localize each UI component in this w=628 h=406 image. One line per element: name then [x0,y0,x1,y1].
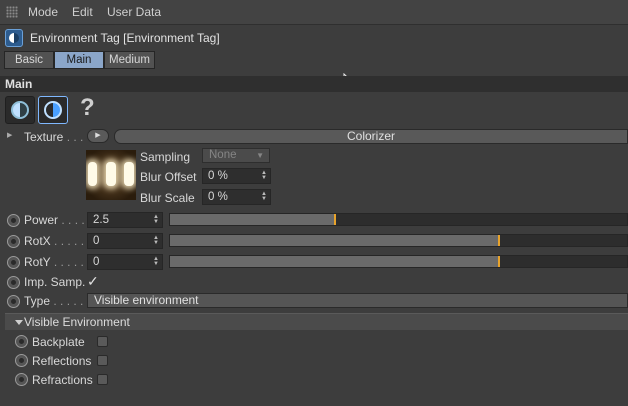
texture-label: Texture . . . [24,130,84,144]
texture-preview [86,150,136,200]
refractions-animate-radio[interactable] [15,373,28,386]
power-slider[interactable] [169,213,628,226]
spinner-arrows-icon[interactable]: ▲ ▼ [261,191,267,202]
grip-icon[interactable] [6,6,18,18]
imp-samp-animate-radio[interactable] [7,276,20,289]
environment-mode-button-2[interactable] [38,96,68,124]
reflections-animate-radio[interactable] [15,354,28,367]
slider-fill [170,214,335,225]
spinner-arrows-icon[interactable]: ▲ ▼ [153,256,159,267]
blur-offset-label: Blur Offset [140,170,197,184]
type-label: Type . . . . . [24,294,84,308]
power-animate-radio[interactable] [7,214,20,227]
blur-scale-label: Blur Scale [140,191,195,205]
visible-environment-title: Visible Environment [24,315,130,329]
menu-edit[interactable]: Edit [72,5,93,19]
slider-knob[interactable] [498,256,501,267]
menu-mode[interactable]: Mode [28,5,58,19]
type-animate-radio[interactable] [7,295,20,308]
rotx-animate-radio[interactable] [7,235,20,248]
power-label: Power . . . . [24,213,85,227]
sampling-label: Sampling [140,150,191,164]
roty-label: RotY . . . . . [24,255,84,269]
roty-animate-radio[interactable] [7,256,20,269]
chevron-down-icon: ▼ [256,151,264,160]
blur-offset-field[interactable]: 0 % ▲ ▼ [202,168,271,184]
collapse-triangle-icon[interactable] [15,320,23,325]
refractions-label: Refractions [32,373,93,387]
slider-knob[interactable] [498,235,501,246]
environment-mode-button-1[interactable] [5,96,35,124]
sampling-select[interactable]: None ▼ [202,148,270,163]
imp-samp-checkbox[interactable]: ✓ [87,273,99,290]
menubar [0,0,628,25]
tab-basic[interactable]: Basic [4,51,54,69]
rotx-slider[interactable] [169,234,628,247]
section-title: Main [5,77,33,91]
header-title: Environment Tag [Environment Tag] [30,31,220,45]
refractions-checkbox[interactable] [97,374,108,385]
backplate-label: Backplate [32,335,85,349]
blur-scale-field[interactable]: 0 % ▲ ▼ [202,189,271,205]
texture-shader-button[interactable]: Colorizer [114,129,628,144]
backplate-checkbox[interactable] [97,336,108,347]
spinner-arrows-icon[interactable]: ▲ ▼ [153,214,159,225]
backplate-animate-radio[interactable] [15,335,28,348]
slider-knob[interactable] [333,214,336,225]
slider-fill [170,256,500,267]
expand-arrow-icon[interactable]: ▶ [7,131,12,139]
play-icon[interactable]: ▶ [87,129,109,143]
reflections-checkbox[interactable] [97,355,108,366]
tab-medium[interactable]: Medium [104,51,155,69]
rotx-field[interactable]: 0 ▲ ▼ [87,233,163,249]
spinner-arrows-icon[interactable]: ▲ ▼ [153,235,159,246]
rotx-label: RotX . . . . . [24,234,85,248]
type-select[interactable]: Visible environment [87,293,628,308]
help-icon[interactable]: ? [80,94,95,122]
imp-samp-label: Imp. Samp. [24,275,86,289]
power-field[interactable]: 2.5 ▲ ▼ [87,212,163,228]
tab-main[interactable]: Main [54,51,104,69]
environment-tag-icon [5,29,23,47]
spinner-arrows-icon[interactable]: ▲ ▼ [261,170,267,181]
slider-fill [170,235,500,246]
reflections-label: Reflections [32,354,92,368]
roty-slider[interactable] [169,255,628,268]
section-bar [0,76,628,92]
roty-field[interactable]: 0 ▲ ▼ [87,254,163,270]
menu-user-data[interactable]: User Data [107,5,161,19]
